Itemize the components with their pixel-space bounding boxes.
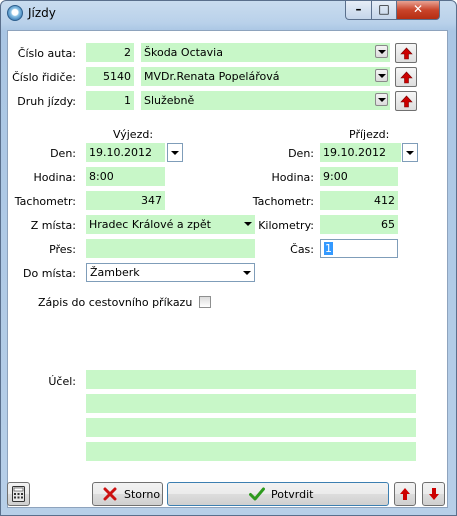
car-dropdown-arrow-icon[interactable] [375, 45, 388, 58]
via-label: Přes: [49, 243, 76, 256]
car-name-combo[interactable]: Škoda Octavia [141, 43, 390, 62]
red-x-icon [103, 487, 117, 501]
arrival-odometer-field[interactable]: 412 [320, 191, 398, 210]
trip-type-number-field[interactable]: 1 [86, 91, 134, 110]
driver-name-combo[interactable]: MVDr.Renata Popelářová [141, 67, 390, 86]
driver-number-label: Číslo řidiče: [12, 71, 76, 84]
departure-heading: Výjezd: [113, 128, 154, 141]
departure-hour-label: Hodina: [33, 171, 76, 184]
arrival-hour-field[interactable]: 9:00 [320, 167, 398, 186]
green-check-icon [249, 487, 265, 501]
from-place-combo[interactable]: Hradec Králové a zpět [86, 215, 255, 234]
driver-number-field[interactable]: 5140 [86, 67, 134, 86]
departure-hour-field[interactable]: 8:00 [86, 167, 165, 186]
trip-type-dropdown-arrow-icon[interactable] [375, 93, 388, 106]
arrival-odometer-label: Tachometr: [252, 195, 314, 208]
from-place-value: Hradec Králové a zpět [89, 218, 211, 231]
time-value: 1 [324, 242, 333, 255]
trip-type-value: Služebně [144, 94, 195, 107]
purpose-line-4[interactable] [86, 442, 416, 461]
car-lookup-button[interactable] [395, 43, 417, 63]
calculator-button[interactable] [7, 482, 30, 506]
arrival-day-field[interactable]: 19.10.2012 [320, 143, 401, 162]
next-record-button[interactable] [422, 482, 445, 506]
trip-type-combo[interactable]: Služebně [141, 91, 390, 110]
car-number-field[interactable]: 2 [86, 43, 134, 62]
via-field[interactable] [86, 239, 255, 258]
to-place-value: Žamberk [90, 266, 140, 279]
purpose-label: Účel: [48, 375, 76, 388]
arrival-calendar-dropdown-icon[interactable] [402, 143, 418, 162]
kilometers-label: Kilometry: [258, 219, 314, 232]
maximize-icon: □ [378, 2, 390, 16]
close-button[interactable]: ✕ [396, 1, 440, 20]
arrival-hour-label: Hodina: [271, 171, 314, 184]
to-place-label: Do místa: [23, 267, 76, 280]
departure-odometer-field[interactable]: 347 [86, 191, 165, 210]
purpose-line-3[interactable] [86, 418, 416, 437]
departure-calendar-dropdown-icon[interactable] [167, 143, 183, 162]
red-up-arrow-icon [400, 95, 413, 108]
maximize-button[interactable]: □ [371, 1, 397, 20]
app-icon [7, 5, 23, 21]
purpose-line-1[interactable] [86, 370, 416, 389]
arrival-day-label: Den: [288, 147, 314, 160]
from-place-label: Z místa: [30, 219, 76, 232]
minimize-button[interactable]: – [345, 1, 372, 20]
cancel-button[interactable]: Storno [92, 482, 163, 506]
kilometers-field[interactable]: 65 [320, 215, 398, 234]
to-place-combo[interactable]: Žamberk [86, 263, 255, 282]
departure-day-label: Den: [50, 147, 76, 160]
purpose-line-2[interactable] [86, 394, 416, 413]
travel-order-label: Zápis do cestovního příkazu [38, 296, 193, 309]
departure-day-field[interactable]: 19.10.2012 [86, 143, 165, 162]
calculator-icon [12, 486, 25, 502]
close-icon: ✕ [412, 2, 424, 16]
confirm-button[interactable]: Potvrdit [167, 482, 389, 506]
time-field[interactable]: 1 [320, 239, 398, 258]
window-title: Jízdy [28, 6, 56, 20]
red-down-arrow-icon [429, 488, 439, 500]
departure-odometer-label: Tachometr: [14, 195, 76, 208]
red-up-arrow-icon [400, 47, 413, 60]
minimize-icon: – [355, 2, 362, 16]
car-number-label: Číslo auta: [17, 47, 76, 60]
trip-type-label: Druh jízdy: [17, 95, 76, 108]
arrival-heading: Příjezd: [349, 128, 390, 141]
driver-name-value: MVDr.Renata Popelářová [144, 70, 280, 83]
title-bar[interactable]: Jízdy – □ ✕ [1, 1, 456, 27]
travel-order-checkbox[interactable] [199, 296, 211, 308]
cancel-button-label: Storno [124, 488, 161, 501]
red-up-arrow-icon [400, 71, 413, 84]
driver-dropdown-arrow-icon[interactable] [375, 69, 388, 82]
trip-type-lookup-button[interactable] [395, 91, 417, 111]
confirm-button-label: Potvrdit [271, 488, 314, 501]
previous-record-button[interactable] [394, 482, 416, 506]
red-up-arrow-icon [400, 488, 410, 500]
time-label: Čas: [290, 243, 314, 256]
car-name-value: Škoda Octavia [144, 46, 223, 59]
to-place-dropdown-arrow-icon[interactable] [243, 271, 251, 275]
driver-lookup-button[interactable] [395, 67, 417, 87]
